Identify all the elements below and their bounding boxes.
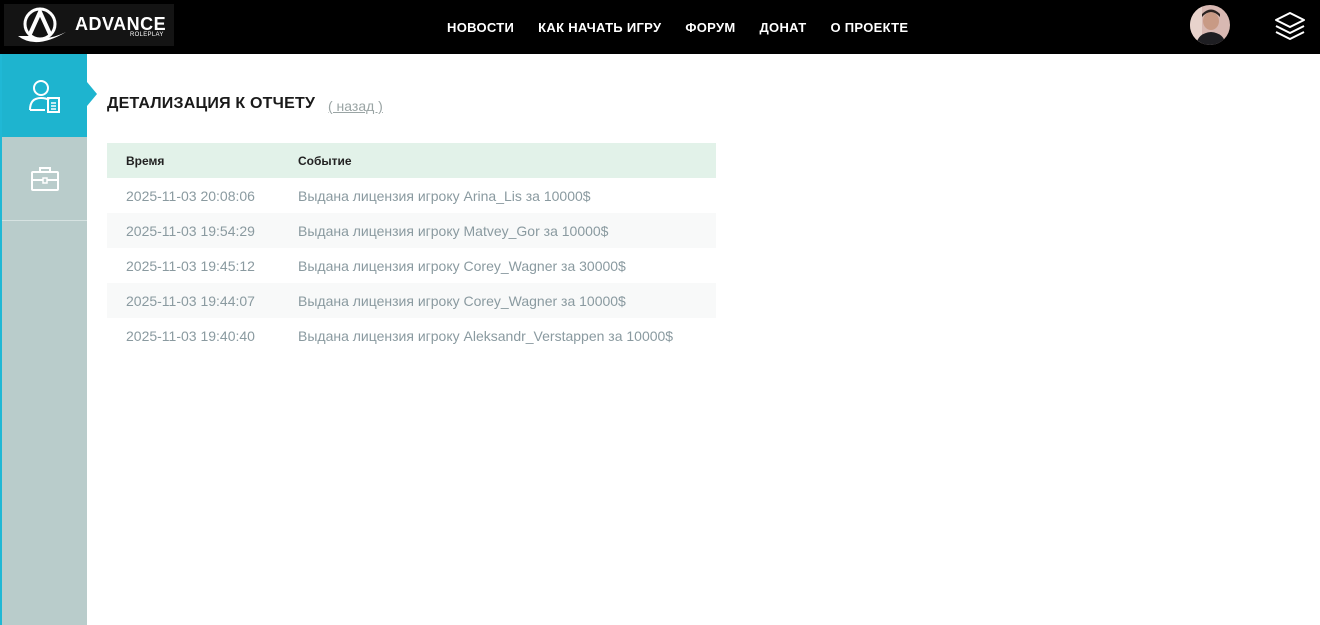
nav-how-to-start[interactable]: КАК НАЧАТЬ ИГРУ [538,20,661,35]
sidebar [0,54,97,625]
table-row: 2025-11-03 20:08:06 Выдана лицензия игро… [107,178,716,213]
sidebar-item-reports[interactable] [2,54,97,137]
nav-donate[interactable]: ДОНАТ [760,20,807,35]
cell-time: 2025-11-03 19:44:07 [107,283,298,318]
cell-event: Выдана лицензия игроку Corey_Wagner за 3… [298,257,626,274]
logo-subtext: ROLEPLAY [130,32,164,38]
top-navbar: ADVANCE ROLEPLAY НОВОСТИ КАК НАЧАТЬ ИГРУ… [0,0,1320,54]
cell-time: 2025-11-03 19:54:29 [107,213,298,248]
report-details-table: Время Событие 2025-11-03 20:08:06 Выдана… [107,143,716,353]
table-row: 2025-11-03 19:45:12 Выдана лицензия игро… [107,248,716,283]
user-report-icon [28,79,60,113]
table-row: 2025-11-03 19:40:40 Выдана лицензия игро… [107,318,716,353]
cell-event: Выдана лицензия игроку Matvey_Gor за 100… [298,213,716,248]
sidebar-item-business[interactable] [2,137,87,221]
avatar-image [1190,5,1230,45]
logo-mark-icon [18,7,66,43]
briefcase-icon [30,166,59,191]
back-link[interactable]: ( назад ) [328,98,383,114]
nav-news[interactable]: НОВОСТИ [447,20,514,35]
site-logo[interactable]: ADVANCE ROLEPLAY [4,4,174,46]
layers-icon[interactable] [1273,10,1307,42]
main-nav: НОВОСТИ КАК НАЧАТЬ ИГРУ ФОРУМ ДОНАТ О ПР… [447,0,908,54]
table-row: 2025-11-03 19:44:07 Выдана лицензия игро… [107,283,716,318]
cell-time: 2025-11-03 20:08:06 [126,187,255,204]
column-header-event: Событие [298,143,716,178]
cell-event: Выдана лицензия игроку Aleksandr_Verstap… [298,327,674,344]
cell-event: Выдана лицензия игроку Arina_Lis за 1000… [298,187,591,204]
nav-about[interactable]: О ПРОЕКТЕ [830,20,908,35]
cell-event: Выдана лицензия игроку Corey_Wagner за 1… [298,283,716,318]
page-title: ДЕТАЛИЗАЦИЯ К ОТЧЕТУ [107,95,316,112]
cell-time: 2025-11-03 19:45:12 [126,257,255,274]
user-avatar[interactable] [1190,5,1230,45]
cell-time: 2025-11-03 19:40:40 [126,327,255,344]
nav-forum[interactable]: ФОРУМ [685,20,735,35]
table-row: 2025-11-03 19:54:29 Выдана лицензия игро… [107,213,716,248]
column-header-time: Время [107,143,298,178]
table-header-row: Время Событие [107,143,716,178]
